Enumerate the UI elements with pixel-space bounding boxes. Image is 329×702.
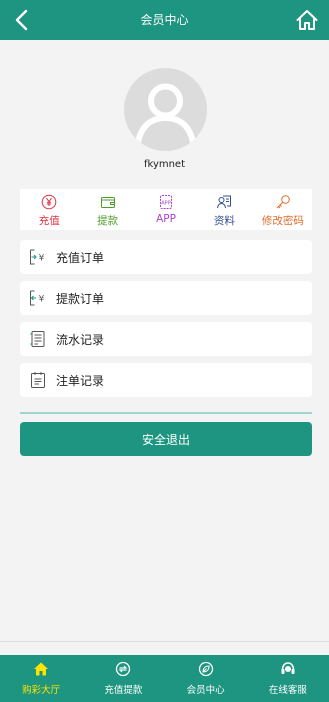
quick-action-app[interactable]: APP APP [137, 189, 195, 230]
page-title: 会员中心 [140, 13, 189, 27]
menu-item-label: 注单记录 [56, 373, 105, 388]
tab-label: 购彩大厅 [22, 685, 61, 696]
member-icon [198, 661, 213, 677]
header-bar: 会员中心 [0, 0, 329, 40]
svg-text:APP: APP [161, 201, 170, 207]
deposit-order-icon: ¥ [30, 249, 45, 265]
logout-button[interactable]: 安全退出 [20, 422, 312, 456]
quick-action-label: APP [156, 213, 176, 225]
quick-action-label: 资料 [213, 215, 235, 227]
menu-item-deposit-orders[interactable]: ¥ 充值订单 [20, 240, 312, 274]
quick-actions-bar: 充值 提款 APP APP 资料 修改密码 [20, 189, 312, 230]
menu-item-label: 提款订单 [56, 291, 105, 306]
bottom-tab-bar: 购彩大厅 充值提款 会员中心 在线客服 [0, 655, 329, 702]
menu-item-bet-records[interactable]: 注单记录 [20, 363, 312, 397]
customer-service-icon [281, 662, 295, 674]
yuan-coin-icon [41, 194, 57, 210]
tab-member-center[interactable]: 会员中心 [165, 655, 247, 702]
quick-action-recharge[interactable]: 充值 [20, 189, 78, 230]
exchange-icon [116, 661, 131, 677]
divider [20, 412, 312, 414]
profile-card-icon [217, 195, 232, 209]
quick-action-label: 提款 [97, 215, 119, 227]
divider [0, 641, 329, 642]
menu-item-withdraw-orders[interactable]: ¥ 提款订单 [20, 281, 312, 315]
quick-action-label: 充值 [38, 215, 60, 227]
svg-text:¥: ¥ [39, 295, 45, 305]
quick-action-change-password[interactable]: 修改密码 [254, 189, 312, 230]
home-icon[interactable] [295, 8, 319, 32]
tab-recharge-withdraw[interactable]: 充值提款 [82, 655, 164, 702]
tab-label: 会员中心 [186, 685, 225, 696]
transaction-record-icon [30, 331, 45, 347]
tab-label: 在线客服 [268, 685, 307, 696]
bet-record-icon [31, 372, 45, 388]
tab-label: 充值提款 [104, 685, 143, 696]
menu-item-label: 充值订单 [56, 250, 105, 265]
quick-action-withdraw[interactable]: 提款 [78, 189, 136, 230]
withdraw-order-icon: ¥ [30, 290, 45, 306]
quick-action-profile[interactable]: 资料 [195, 189, 253, 230]
menu-item-label: 流水记录 [56, 332, 105, 347]
lobby-home-icon [34, 662, 49, 676]
user-avatar-icon [124, 68, 207, 151]
wallet-icon [100, 197, 115, 208]
quick-action-label: 修改密码 [261, 215, 304, 227]
menu-item-transaction-records[interactable]: 流水记录 [20, 322, 312, 356]
username-label: fkymnet [143, 159, 186, 170]
svg-text:¥: ¥ [39, 254, 45, 264]
tab-customer-service[interactable]: 在线客服 [247, 655, 329, 702]
app-icon: APP [160, 195, 173, 209]
tab-lobby[interactable]: 购彩大厅 [0, 655, 82, 702]
key-icon [276, 195, 290, 209]
